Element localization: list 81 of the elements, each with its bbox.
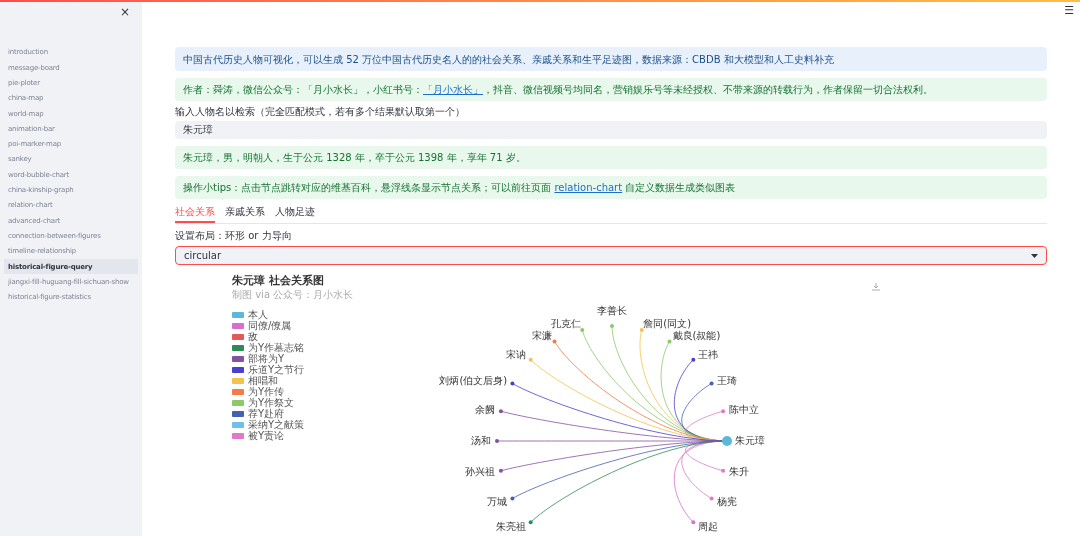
graph-node[interactable] [495,439,499,443]
graph-node[interactable] [510,381,515,386]
legend-swatch[interactable] [232,432,244,439]
author-link[interactable]: 「月小水长」 [423,82,483,97]
legend-swatch[interactable] [232,388,244,395]
legend-swatch[interactable] [232,366,244,373]
node-label: 宋讷 [506,348,527,363]
node-label: 朱升 [728,465,749,480]
layout-select[interactable]: circular [175,246,1047,265]
chart-title: 朱元璋 社会关系图 [232,273,324,288]
legend-swatch[interactable] [232,399,244,406]
node-label: 余阙 [475,402,496,417]
tab[interactable]: 社会关系 [175,205,215,223]
node-label: 王琦 [716,373,737,388]
legend-label: 敌 [248,331,258,342]
legend-label: 本人 [248,309,268,320]
tab[interactable]: 人物足迹 [275,205,315,223]
close-button[interactable]: × [115,6,134,18]
chart-subtitle: 制图 via 公众号：月小水长 [232,288,354,301]
layout-label: 设置布局：环形 or 力导向 [175,229,293,243]
node-label: 詹同(同文) [643,317,692,330]
relation-chart-link[interactable]: relation-chart [554,180,623,195]
node-label: 宋濂 [531,329,552,344]
search-label: 输入人物名以检索（完全匹配模式，若有多个结果默认取第一个） [175,105,466,119]
legend-swatch[interactable] [232,333,244,340]
graph-node[interactable] [721,409,726,414]
legend-label: 为Y作祭文 [248,397,295,408]
graph-node[interactable] [498,468,503,473]
graph-node[interactable] [610,324,614,328]
graph-node[interactable] [552,339,557,344]
graph-node[interactable] [709,496,714,501]
tab[interactable]: 亲戚关系 [225,205,265,223]
graph-node[interactable] [639,327,644,332]
node-label: 戴良(叔能) [672,329,721,344]
legend-swatch[interactable] [232,311,244,318]
graph-node[interactable] [580,327,585,332]
graph-node[interactable] [691,357,696,362]
center-node-label: 朱元璋 [735,434,765,448]
legend-swatch[interactable] [232,410,244,417]
legend-swatch[interactable] [232,355,244,362]
node-label: 李善长 [597,304,627,318]
legend-label: 乐道Y之节行 [248,364,305,375]
author-box: 作者：舜涛，微信公众号：「月小水长」，小红书号：「月小水长」，抖音、微信视频号均同名，营销娱乐号等未经授权、不带来源的转载行为，作者保留一切合法权利。 [175,78,1047,101]
graph-node[interactable] [709,381,714,386]
node-label: 刘炳(伯文后身) [439,373,508,388]
result-box: 朱元璋，男，明朝人，生于公元 1328 年，卒于公元 1398 年，享年 71 岁。 [175,146,1047,169]
legend-label: 部将为Y [248,353,285,364]
graph-node[interactable] [498,409,503,414]
node-label: 孙兴祖 [465,465,496,480]
node-label: 孔克仁 [550,317,581,330]
node-label: 朱亮祖 [496,519,527,534]
legend-swatch[interactable] [232,344,244,351]
legend-label: 相唱和 [248,375,278,386]
info-box: 中国古代历史人物可视化，可以生成 52 万位中国古代历史名人的的社会关系、亲戚关系和生平足迹图，数据来源：CBDB 和大模型和人工史料补充 [175,47,1047,71]
center-node[interactable] [722,436,732,446]
node-label: 王祎 [697,348,718,363]
legend-label: 为Y作传 [248,386,285,397]
menu-button[interactable]: ☰ [1064,3,1074,20]
node-label: 杨宪 [716,494,737,509]
graph-node[interactable] [667,339,672,344]
graph-node[interactable] [528,520,533,525]
tips-box: 操作小tips：点击节点跳转对应的维基百科，悬浮线条显示节点关系；可以前往页面 relation-chart 自定义数据生成类似图表 [175,176,1047,199]
node-label: 万城 [487,494,508,509]
node-label: 陈中立 [728,402,759,417]
graph-node[interactable] [691,520,696,525]
download-icon[interactable] [872,283,880,291]
search-field[interactable]: 朱元璋 [175,121,1047,139]
legend-swatch[interactable] [232,421,244,428]
legend-label: 被Y责论 [248,430,285,441]
graph-node[interactable] [510,496,515,501]
caret-icon [1031,253,1038,258]
node-label: 周起 [697,519,718,534]
node-label: 汤和 [471,434,491,448]
legend-label: 为Y作墓志铭 [248,342,305,353]
legend-label: 荐Y赴府 [248,408,285,419]
legend-swatch[interactable] [232,322,244,329]
legend-label: 同僚/僚属 [248,320,292,331]
graph-node[interactable] [528,357,533,362]
legend-swatch[interactable] [232,377,244,384]
graph-node[interactable] [721,468,726,473]
legend-label: 采纳Y之献策 [248,419,305,430]
